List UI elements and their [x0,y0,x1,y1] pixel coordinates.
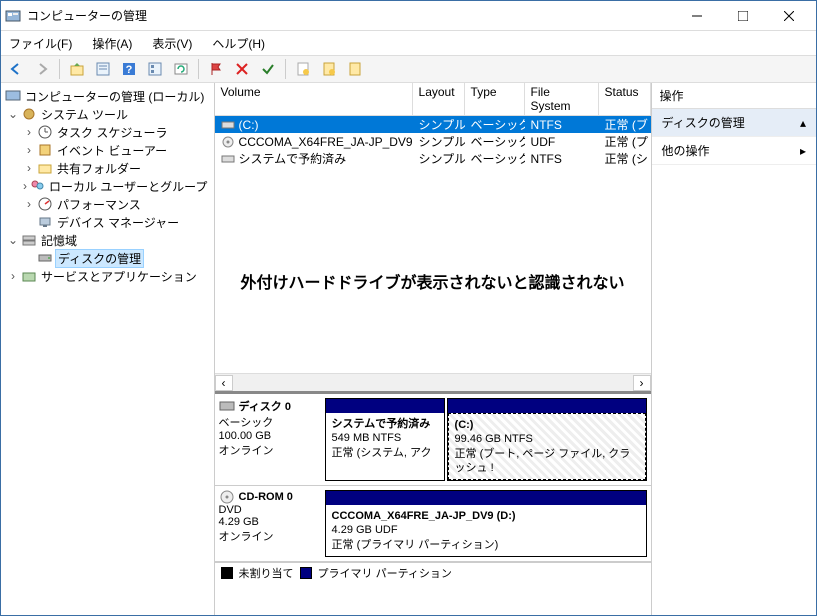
expand-icon[interactable]: › [7,269,19,283]
drive-icon [221,153,235,165]
forward-button[interactable] [31,58,53,80]
volume-row[interactable]: (C:) シンプル ベーシック NTFS 正常 (ブ [215,116,651,133]
col-volume[interactable]: Volume [215,83,413,115]
nav-tree[interactable]: コンピューターの管理 (ローカル) ⌄ システム ツール › タスク スケジュー… [1,83,215,615]
tools-icon [21,106,37,122]
collapse-icon[interactable]: ⌄ [7,107,19,121]
close-button[interactable] [766,2,812,30]
tree-storage[interactable]: ⌄ 記憶域 [3,231,212,249]
title-bar: コンピューターの管理 [1,1,816,31]
col-layout[interactable]: Layout [413,83,465,115]
legend-primary-swatch [300,567,312,579]
perf-icon [37,196,53,212]
collapse-icon[interactable]: ▴ [800,116,806,130]
legend: 未割り当て プライマリ パーティション [215,562,651,582]
tree-shared[interactable]: › 共有フォルダー [3,159,212,177]
disk-0[interactable]: ディスク 0 ベーシック 100.00 GB オンライン システムで予約済み 5… [215,394,651,486]
delete-icon[interactable] [231,58,253,80]
minimize-button[interactable] [674,2,720,30]
expand-icon[interactable]: › [23,143,35,157]
app-icon [5,8,21,24]
h-scrollbar[interactable]: ‹ › [215,373,651,391]
actions-title: 操作 [652,83,816,109]
col-status[interactable]: Status [599,83,651,115]
menu-file[interactable]: ファイル(F) [5,33,76,54]
expand-icon[interactable]: › [23,179,27,193]
menu-action[interactable]: 操作(A) [88,33,136,54]
overlay-message: 外付けハードドライブが表示されないと認識されない [215,269,651,293]
clock-icon [37,124,53,140]
doc2-icon[interactable] [318,58,340,80]
menu-view[interactable]: 表示(V) [148,33,196,54]
menu-bar: ファイル(F) 操作(A) 表示(V) ヘルプ(H) [1,31,816,55]
tree-services[interactable]: › サービスとアプリケーション [3,267,212,285]
tree-users[interactable]: › ローカル ユーザーとグループ [3,177,212,195]
actions-more[interactable]: 他の操作 ▸ [652,137,816,165]
hdd-icon [219,400,235,412]
window-title: コンピューターの管理 [27,7,674,24]
tree-perf[interactable]: › パフォーマンス [3,195,212,213]
drive-icon [221,119,235,131]
users-icon [29,178,45,194]
scroll-left-icon[interactable]: ‹ [215,375,233,391]
device-icon [37,214,53,230]
tree-task[interactable]: › タスク スケジューラ [3,123,212,141]
cdrom-0[interactable]: CD-ROM 0 DVD 4.29 GB オンライン CCCOMA_X64FRE… [215,486,651,562]
partition-c[interactable]: (C:) 99.46 GB NTFS 正常 (ブート, ページ ファイル, クラ… [447,398,647,481]
cdrom-icon [219,490,235,504]
properties-button[interactable] [92,58,114,80]
event-icon [37,142,53,158]
tree-systools[interactable]: ⌄ システム ツール [3,105,212,123]
disk-icon [37,250,53,266]
disk-map: ディスク 0 ベーシック 100.00 GB オンライン システムで予約済み 5… [215,391,651,615]
folder-icon [37,160,53,176]
expand-icon[interactable]: › [23,197,35,211]
collapse-icon[interactable]: ⌄ [7,233,19,247]
toolbar: ? [1,55,816,83]
submenu-icon: ▸ [800,144,806,158]
up-button[interactable] [66,58,88,80]
svg-text:?: ? [126,64,133,76]
volume-list[interactable]: Volume Layout Type File System Status (C… [215,83,651,373]
scroll-right-icon[interactable]: › [633,375,651,391]
doc3-icon[interactable] [344,58,366,80]
doc1-icon[interactable] [292,58,314,80]
actions-pane: 操作 ディスクの管理 ▴ 他の操作 ▸ [652,83,816,615]
center-pane: Volume Layout Type File System Status (C… [215,83,652,615]
col-fs[interactable]: File System [525,83,599,115]
services-icon [21,268,37,284]
help-button[interactable]: ? [118,58,140,80]
menu-help[interactable]: ヘルプ(H) [208,33,269,54]
tree-device[interactable]: デバイス マネージャー [3,213,212,231]
partition-reserved[interactable]: システムで予約済み 549 MB NTFS 正常 (システム, アク [325,398,445,481]
col-type[interactable]: Type [465,83,525,115]
volume-row[interactable]: システムで予約済み シンプル ベーシック NTFS 正常 (シ [215,150,651,167]
disc-icon [221,136,235,148]
actions-section[interactable]: ディスクの管理 ▴ [652,109,816,137]
tree-root[interactable]: コンピューターの管理 (ローカル) [3,87,212,105]
back-button[interactable] [5,58,27,80]
volume-header: Volume Layout Type File System Status [215,83,651,116]
partition-d[interactable]: CCCOMA_X64FRE_JA-JP_DV9 (D:) 4.29 GB UDF… [325,490,647,557]
maximize-button[interactable] [720,2,766,30]
list-button[interactable] [144,58,166,80]
refresh-button[interactable] [170,58,192,80]
expand-icon[interactable]: › [23,125,35,139]
check-icon[interactable] [257,58,279,80]
computer-icon [5,88,21,104]
flag-icon[interactable] [205,58,227,80]
storage-icon [21,232,37,248]
tree-event[interactable]: › イベント ビューアー [3,141,212,159]
tree-diskmgmt[interactable]: ディスクの管理 [3,249,212,267]
volume-row[interactable]: CCCOMA_X64FRE_JA-JP_DV9 (D:) シンプル ベーシック … [215,133,651,150]
legend-unalloc-swatch [221,567,233,579]
expand-icon[interactable]: › [23,161,35,175]
